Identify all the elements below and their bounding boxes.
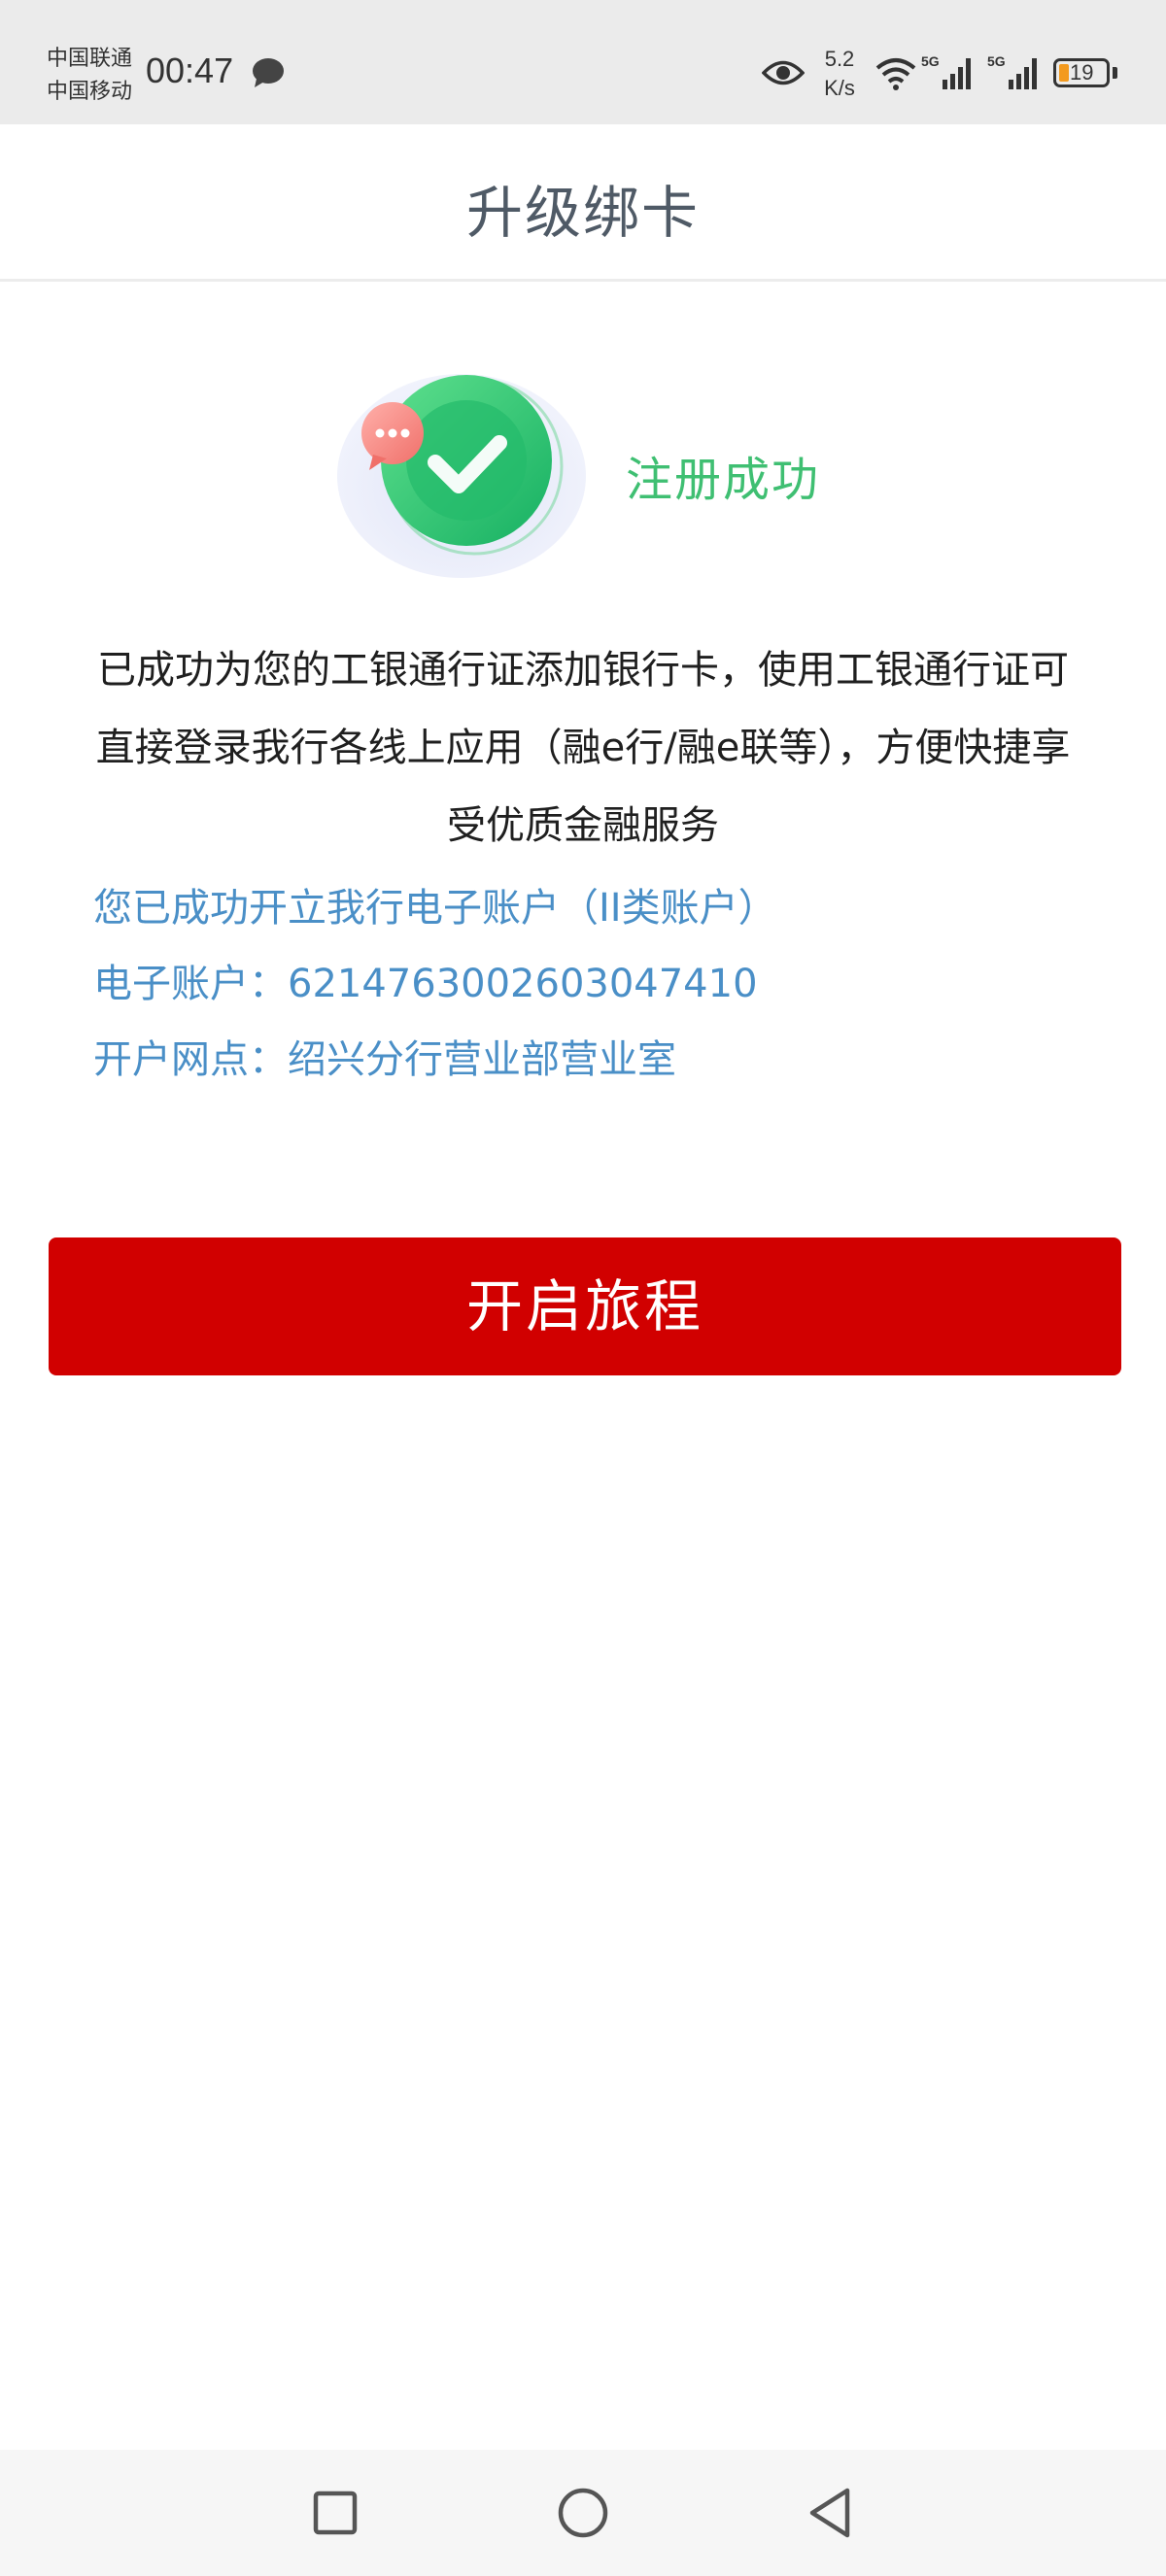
page-header: 升级绑卡 (0, 124, 1166, 282)
eye-icon (762, 60, 805, 85)
account-opened-notice: 您已成功开立我行电子账户（II类账户） (93, 886, 777, 931)
network-speed-value: 5.2 (824, 47, 855, 71)
success-description: 已成功为您的工银通行证添加银行卡，使用工银通行证可直接登录我行各线上应用（融e行… (95, 648, 1071, 848)
system-nav-bar (0, 2450, 1166, 2576)
circle-icon[interactable] (549, 2479, 617, 2547)
signal-1-label: 5G (921, 53, 940, 69)
message-bubble-icon (253, 58, 284, 87)
triangle-back-icon[interactable] (797, 2479, 865, 2547)
square-icon[interactable] (301, 2479, 369, 2547)
battery-icon: 19 (1053, 58, 1110, 87)
clock: 00:47 (146, 51, 234, 90)
battery-level: 19 (1070, 60, 1094, 85)
network-speed-unit: K/s (824, 76, 855, 100)
carrier-info: 中国联通 中国移动 (47, 43, 132, 109)
electronic-account-number: 电子账户：6214763002603047410 (93, 962, 758, 1006)
signal-2-icon: 5G (987, 53, 1037, 89)
carrier-1: 中国联通 (47, 47, 133, 71)
battery-fill (1059, 64, 1069, 82)
start-journey-button[interactable]: 开启旅程 (49, 1237, 1121, 1375)
battery-cap (1113, 67, 1117, 79)
signal-2-label: 5G (987, 53, 1006, 69)
status-bar: 中国联通 中国移动 00:47 5.2 K/s 5G 5G 19 (0, 0, 1166, 124)
signal-1-icon: 5G (921, 53, 971, 89)
network-speed: 5.2 K/s (818, 45, 861, 103)
page-title: 升级绑卡 (465, 180, 700, 246)
success-status-text: 注册成功 (626, 453, 821, 507)
account-branch: 开户网点：绍兴分行营业部营业室 (93, 1037, 676, 1082)
check-circle-icon (337, 374, 586, 578)
carrier-2: 中国移动 (47, 80, 133, 104)
wifi-icon (875, 58, 916, 90)
